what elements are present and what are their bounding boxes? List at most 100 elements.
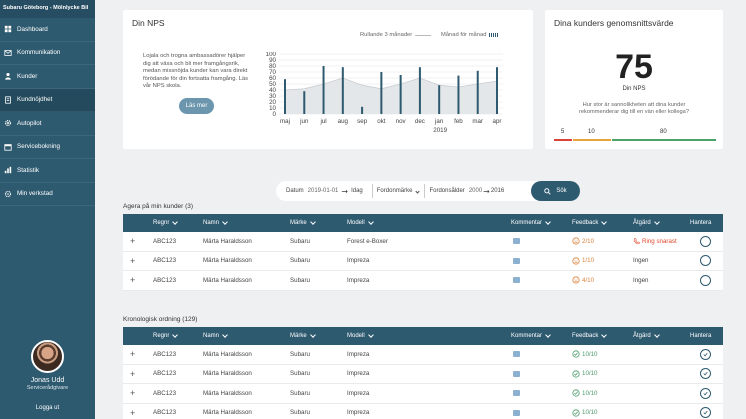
brand-filter[interactable]: Fordonmärke (373, 188, 421, 194)
cell-modell: Forest e-Boxer (347, 237, 388, 245)
expand-icon[interactable]: + (130, 349, 135, 359)
column-header[interactable]: Namn (203, 219, 228, 226)
table-row[interactable]: + ABC123 Märta Haraldsson Subaru Forest e-Bo… (123, 232, 723, 252)
sidebar-item-servicebokning[interactable]: Servicebokning (0, 136, 95, 159)
scale-mid-value: 10 (588, 129, 595, 135)
expand-icon[interactable]: + (130, 369, 135, 379)
sidebar-item-label: Kommunikation (17, 49, 61, 57)
handled-check-button[interactable] (700, 348, 711, 360)
feedback-score: 10/10 (582, 350, 598, 358)
column-header[interactable]: Kommentar (511, 219, 551, 226)
handled-check-button[interactable] (700, 368, 711, 380)
sidebar-item-autopilot[interactable]: Autopilot (0, 112, 95, 136)
handle-button[interactable] (700, 235, 711, 247)
comment-icon[interactable] (513, 351, 520, 358)
date-filter[interactable]: Datum 2019-01-01 ➞ Idag (276, 187, 363, 196)
table-row[interactable]: + ABC123 Märta Haraldsson Subaru Impreza 4/10… (123, 271, 723, 291)
bar-dec (418, 67, 421, 114)
cell-namn: Märta Haraldsson (203, 276, 252, 284)
sidebar-item-kommunikation[interactable]: Kommunikation (0, 42, 95, 65)
y-tick-label: 90 (269, 57, 276, 64)
manage-cell (700, 387, 711, 399)
sidebar-item-min-verkstad[interactable]: Min verkstad (0, 183, 95, 206)
table-row[interactable]: + ABC123 Märta Haraldsson Subaru Impreza 1/10… (123, 251, 723, 271)
column-header[interactable]: Feedback (572, 332, 608, 339)
bar-maj (284, 79, 286, 114)
expand-icon[interactable]: + (130, 388, 135, 398)
handle-button[interactable] (700, 274, 711, 286)
expand-icon[interactable]: + (130, 408, 135, 418)
recommend-question: Hur stor är sannolikheten att dina kunde… (578, 102, 689, 116)
handled-check-button[interactable] (700, 387, 711, 399)
age-filter[interactable]: Fordonsålder 2000 ➞ 2016 (425, 187, 504, 196)
check-icon (703, 352, 708, 357)
age-from[interactable]: 2000 (469, 188, 482, 194)
handle-button[interactable] (700, 255, 711, 267)
chevron-down-icon (172, 219, 179, 225)
column-header[interactable]: Kommentar (511, 332, 551, 339)
date-to[interactable]: Idag (351, 188, 363, 194)
comment-icon[interactable] (513, 238, 520, 245)
sidebar-item-dashboard[interactable]: Dashboard (0, 18, 95, 42)
sidebar-item-kunder[interactable]: Kunder (0, 65, 95, 89)
handled-check-button[interactable] (700, 407, 711, 419)
column-header[interactable]: Modell (347, 219, 374, 226)
column-header[interactable]: Märke (290, 332, 316, 339)
column-header[interactable]: Modell (347, 332, 374, 339)
check-icon (703, 391, 708, 396)
expand-icon[interactable]: + (130, 275, 135, 285)
average-card-title: Dina kunders genomsnittsvärde (554, 18, 674, 28)
filter-bar: Datum 2019-01-01 ➞ Idag Fordonmärke Ford… (276, 181, 580, 201)
table1-title: Agera på min kunder (3) (123, 203, 194, 210)
search-button[interactable]: Sök (531, 181, 580, 201)
legend-rolling[interactable]: Rullande 3 månader (360, 32, 432, 38)
comment-icon[interactable] (513, 409, 520, 416)
age-to[interactable]: 2016 (491, 188, 504, 194)
cell-regnr: ABC123 (153, 389, 177, 397)
date-from[interactable]: 2019-01-01 (308, 188, 339, 194)
x-tick-label: jul (319, 118, 326, 125)
comment-icon[interactable] (513, 277, 520, 284)
comment-icon[interactable] (513, 390, 520, 397)
expand-icon[interactable]: + (130, 256, 135, 266)
manage-cell (700, 255, 711, 267)
column-header[interactable]: Feedback (572, 219, 608, 226)
read-more-button[interactable]: Läs mer (179, 98, 214, 114)
chevron-down-icon (309, 219, 316, 225)
comment-cell (513, 370, 520, 377)
chevron-down-icon (653, 332, 660, 338)
sidebar-item-label: Servicebokning (17, 143, 61, 151)
y-tick-label: 100 (266, 52, 277, 58)
sidebar-item-statistik[interactable]: Statistik (0, 159, 95, 183)
table-row[interactable]: + ABC123 Märta Haraldsson Subaru Impreza 10/1… (123, 403, 723, 419)
expand-icon[interactable]: + (130, 236, 135, 246)
column-header[interactable]: Regnr (153, 332, 179, 339)
feedback-score: 10/10 (582, 409, 598, 417)
comment-icon[interactable] (513, 370, 520, 377)
comment-cell (513, 238, 520, 245)
legend-monthly[interactable]: Månad för månad (441, 32, 499, 38)
y-tick-label: 20 (269, 99, 276, 106)
bar-aug (341, 67, 344, 114)
column-header-label: Modell (347, 220, 365, 226)
column-header[interactable]: Märke (290, 219, 316, 226)
comment-icon[interactable] (513, 257, 520, 264)
avatar[interactable] (31, 340, 64, 373)
table-row[interactable]: + ABC123 Märta Haraldsson Subaru Impreza 10/1… (123, 345, 723, 365)
age-filter-label: Fordonsålder (429, 188, 465, 194)
y-tick-label: 40 (269, 87, 276, 94)
table-row[interactable]: + ABC123 Märta Haraldsson Subaru Impreza 10/1… (123, 384, 723, 404)
sidebar-nav: Dashboard Kommunikation Kunder Kundnöjdh… (0, 18, 95, 206)
column-header[interactable]: Regnr (153, 219, 179, 226)
sidebar: Subaru Göteborg - Mölnlycke Bil Dashboar… (0, 0, 95, 419)
column-header[interactable]: Åtgärd (633, 219, 660, 226)
manage-cell (700, 407, 711, 419)
logout-link[interactable]: Logga ut (0, 405, 95, 419)
sidebar-item-kundnojdhet[interactable]: Kundnöjdhet (0, 88, 95, 112)
column-header[interactable]: Namn (203, 332, 228, 339)
column-header[interactable]: Åtgärd (633, 332, 660, 339)
bar-apr (496, 67, 498, 114)
table-row[interactable]: + ABC123 Märta Haraldsson Subaru Impreza 10/1… (123, 364, 723, 384)
feedback-cell: 4/10 (572, 276, 594, 284)
check-circle-icon (572, 389, 580, 397)
